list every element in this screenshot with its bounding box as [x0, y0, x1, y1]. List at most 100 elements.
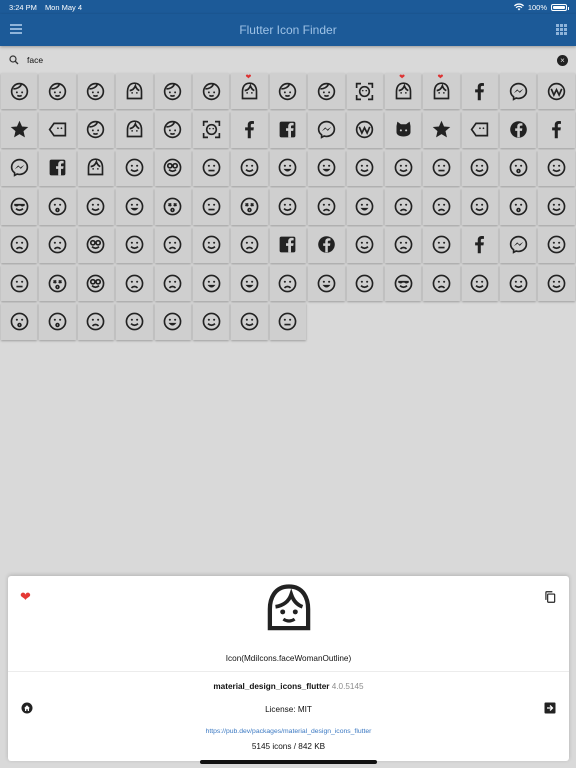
icon-tile[interactable]: [231, 149, 268, 187]
icon-tile[interactable]: [308, 149, 345, 187]
icon-tile[interactable]: [461, 111, 499, 148]
icon-tile[interactable]: [77, 73, 115, 110]
icon-tile[interactable]: [231, 111, 268, 148]
icon-tile[interactable]: [423, 264, 460, 302]
icon-tile[interactable]: [308, 111, 345, 148]
icon-tile[interactable]: [116, 226, 153, 263]
icon-tile[interactable]: [77, 226, 115, 263]
icon-tile[interactable]: [1, 264, 38, 302]
icon-tile[interactable]: [461, 73, 499, 110]
icon-tile[interactable]: [346, 188, 383, 225]
icon-tile[interactable]: [231, 303, 268, 340]
icon-tile[interactable]: [39, 226, 76, 263]
icon-tile[interactable]: [461, 149, 499, 187]
icon-code-text[interactable]: Icon(MdiIcons.faceWomanOutline): [8, 654, 569, 663]
icon-tile[interactable]: [77, 188, 115, 225]
icon-tile[interactable]: [116, 188, 153, 225]
content-copy-icon[interactable]: [543, 590, 557, 604]
close-circle-icon[interactable]: ×: [557, 54, 568, 66]
icon-tile[interactable]: [39, 111, 76, 148]
icon-tile[interactable]: [39, 188, 76, 225]
icon-tile[interactable]: ❤: [231, 73, 268, 110]
icon-tile[interactable]: [1, 303, 38, 340]
icon-tile[interactable]: [1, 149, 38, 187]
icon-tile[interactable]: [39, 264, 76, 302]
icon-tile[interactable]: [39, 303, 76, 340]
icon-tile[interactable]: [269, 111, 307, 148]
icon-tile[interactable]: [500, 73, 537, 110]
icon-tile[interactable]: [346, 149, 383, 187]
icon-tile[interactable]: [77, 264, 115, 302]
icon-tile[interactable]: [346, 264, 383, 302]
icon-tile[interactable]: [154, 188, 191, 225]
icon-tile[interactable]: [192, 303, 230, 340]
icon-tile[interactable]: ❤: [423, 73, 460, 110]
icon-tile[interactable]: [116, 111, 153, 148]
icon-tile[interactable]: [1, 226, 38, 263]
icon-tile[interactable]: [308, 264, 345, 302]
icon-tile[interactable]: [39, 73, 76, 110]
icon-tile[interactable]: [423, 188, 460, 225]
icon-tile[interactable]: [538, 111, 575, 148]
icon-tile[interactable]: [154, 226, 191, 263]
icon-tile[interactable]: [423, 226, 460, 263]
icon-tile[interactable]: [1, 111, 38, 148]
icon-tile[interactable]: [154, 73, 191, 110]
icon-tile[interactable]: [192, 226, 230, 263]
icon-tile[interactable]: [154, 264, 191, 302]
icon-tile[interactable]: [192, 149, 230, 187]
icon-tile[interactable]: [269, 149, 307, 187]
icon-tile[interactable]: [423, 111, 460, 148]
search-input[interactable]: [27, 55, 557, 65]
icon-tile[interactable]: [192, 111, 230, 148]
icon-tile[interactable]: [77, 303, 115, 340]
icon-tile[interactable]: [461, 264, 499, 302]
icon-tile[interactable]: [423, 149, 460, 187]
icon-tile[interactable]: [116, 303, 153, 340]
icon-tile[interactable]: [461, 188, 499, 225]
icon-tile[interactable]: [116, 149, 153, 187]
icon-tile[interactable]: [269, 303, 307, 340]
icon-tile[interactable]: [116, 73, 153, 110]
icon-tile[interactable]: [384, 188, 422, 225]
icon-tile[interactable]: [192, 264, 230, 302]
icon-tile[interactable]: [538, 226, 575, 263]
arrow-right-box-icon[interactable]: [544, 702, 556, 714]
icon-tile[interactable]: [500, 264, 537, 302]
icon-tile[interactable]: [192, 73, 230, 110]
icon-tile[interactable]: [384, 111, 422, 148]
icon-tile[interactable]: [269, 226, 307, 263]
icon-tile[interactable]: [384, 149, 422, 187]
icon-tile[interactable]: [308, 188, 345, 225]
icon-tile[interactable]: [231, 188, 268, 225]
icon-tile[interactable]: [269, 264, 307, 302]
icon-tile[interactable]: [154, 303, 191, 340]
icon-tile[interactable]: [538, 188, 575, 225]
icon-tile[interactable]: [384, 226, 422, 263]
icon-tile[interactable]: [77, 111, 115, 148]
icon-tile[interactable]: [500, 111, 537, 148]
icon-tile[interactable]: [39, 149, 76, 187]
icon-tile[interactable]: [538, 264, 575, 302]
icon-tile[interactable]: ❤: [384, 73, 422, 110]
icon-tile[interactable]: [538, 149, 575, 187]
grid-view-icon[interactable]: [556, 24, 567, 35]
icon-tile[interactable]: [346, 226, 383, 263]
icon-tile[interactable]: [346, 111, 383, 148]
icon-tile[interactable]: [538, 73, 575, 110]
icon-tile[interactable]: [346, 73, 383, 110]
package-link[interactable]: https://pub.dev/packages/material_design…: [8, 728, 569, 735]
icon-tile[interactable]: [154, 111, 191, 148]
icon-tile[interactable]: [500, 149, 537, 187]
icon-tile[interactable]: [384, 264, 422, 302]
icon-tile[interactable]: [1, 188, 38, 225]
home-indicator[interactable]: [200, 760, 377, 764]
icon-tile[interactable]: [1, 73, 38, 110]
icon-tile[interactable]: [500, 226, 537, 263]
heart-icon[interactable]: ❤: [20, 590, 31, 603]
icon-tile[interactable]: [461, 226, 499, 263]
icon-tile[interactable]: [116, 264, 153, 302]
icon-tile[interactable]: [231, 264, 268, 302]
icon-tile[interactable]: [192, 188, 230, 225]
icon-tile[interactable]: [308, 73, 345, 110]
